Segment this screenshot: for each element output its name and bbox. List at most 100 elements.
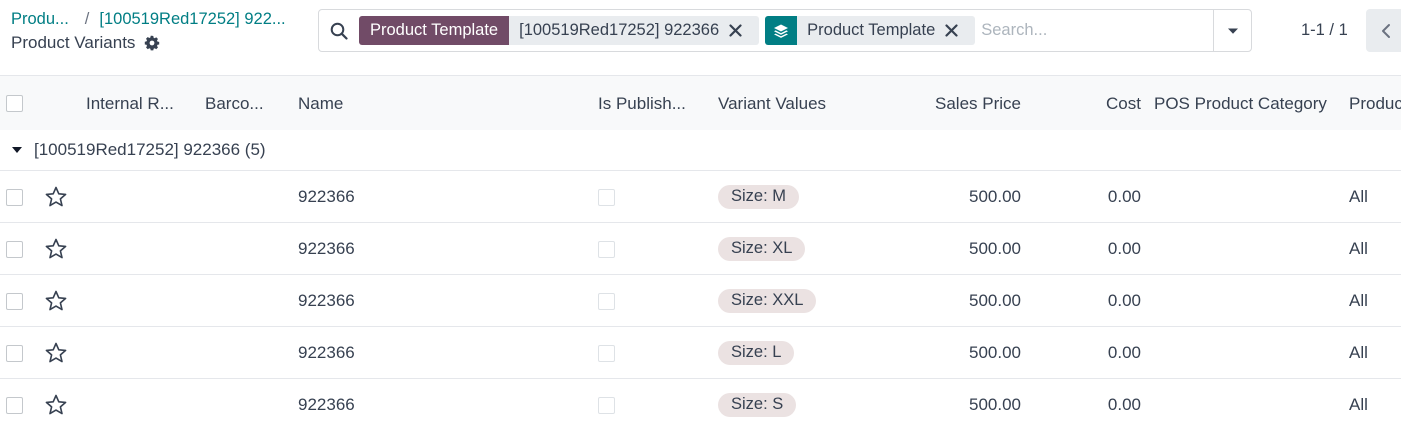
search-bar: Product Template [100519Red17252] 922366… bbox=[318, 9, 1252, 52]
is-published-cell bbox=[598, 379, 615, 429]
table-row[interactable]: 922366 Size: M 500.00 0.00 All bbox=[0, 171, 1401, 223]
row-cost: 0.00 bbox=[1107, 291, 1141, 310]
row-name: 922366 bbox=[298, 395, 355, 414]
column-is-published[interactable]: Is Publish... bbox=[598, 76, 698, 131]
column-variant-values[interactable]: Variant Values bbox=[718, 76, 826, 131]
row-cost: 0.00 bbox=[1107, 239, 1141, 258]
column-name[interactable]: Name bbox=[298, 76, 343, 131]
row-checkbox[interactable] bbox=[6, 240, 23, 258]
row-checkbox[interactable] bbox=[6, 396, 23, 414]
row-sales-price: 500.00 bbox=[969, 343, 1021, 362]
row-product-category: All bbox=[1349, 187, 1368, 206]
breadcrumb-separator: / bbox=[84, 10, 90, 28]
gear-icon[interactable] bbox=[144, 35, 160, 51]
pager-previous-button[interactable] bbox=[1366, 9, 1401, 52]
search-facet-group-by: Product Template bbox=[765, 16, 976, 45]
column-product-category[interactable]: Produc bbox=[1349, 76, 1401, 131]
facet-label: Product Template bbox=[359, 16, 510, 45]
breadcrumb-item-template[interactable]: [100519Red17252] 922... bbox=[99, 10, 285, 29]
variant-value-tag: Size: L bbox=[718, 341, 795, 365]
table-row[interactable]: 922366 Size: XL 500.00 0.00 All bbox=[0, 223, 1401, 275]
page-title-row: Product Variants bbox=[11, 33, 160, 53]
caret-down-icon bbox=[1227, 28, 1238, 34]
is-published-cell bbox=[598, 171, 615, 223]
favorite-cell bbox=[44, 223, 68, 275]
star-icon[interactable] bbox=[44, 341, 68, 365]
row-select-cell bbox=[6, 171, 23, 223]
star-icon[interactable] bbox=[44, 289, 68, 313]
variant-values-cell: Size: XXL bbox=[718, 275, 817, 327]
is-published-cell bbox=[598, 327, 615, 379]
favorite-cell bbox=[44, 171, 68, 223]
row-select-cell bbox=[6, 379, 23, 429]
layers-icon bbox=[765, 16, 798, 45]
is-published-checkbox bbox=[598, 188, 615, 206]
row-product-category: All bbox=[1349, 395, 1368, 414]
is-published-checkbox bbox=[598, 292, 615, 310]
row-product-category: All bbox=[1349, 291, 1368, 310]
search-input[interactable] bbox=[981, 10, 1213, 51]
star-icon[interactable] bbox=[44, 393, 68, 417]
row-sales-price: 500.00 bbox=[969, 239, 1021, 258]
is-published-checkbox bbox=[598, 240, 615, 258]
facet-value: [100519Red17252] 922366 bbox=[509, 16, 730, 45]
group-row[interactable]: [100519Red17252] 922366 (5) bbox=[0, 130, 1401, 171]
search-options-toggle[interactable] bbox=[1213, 10, 1251, 51]
star-icon[interactable] bbox=[44, 185, 68, 209]
favorite-cell bbox=[44, 327, 68, 379]
breadcrumb-item-products[interactable]: Produ... bbox=[11, 10, 69, 29]
breadcrumb: Produ... / [100519Red17252] 922... bbox=[11, 10, 286, 29]
row-product-category: All bbox=[1349, 343, 1368, 362]
row-name: 922366 bbox=[298, 291, 355, 310]
table-header: Internal R... Barco... Name Is Publish..… bbox=[0, 75, 1401, 130]
is-published-checkbox bbox=[598, 396, 615, 414]
row-cost: 0.00 bbox=[1107, 187, 1141, 206]
row-cost: 0.00 bbox=[1107, 395, 1141, 414]
row-product-category: All bbox=[1349, 239, 1368, 258]
search-icon[interactable] bbox=[319, 10, 359, 51]
column-internal-ref[interactable]: Internal R... bbox=[86, 76, 186, 131]
is-published-checkbox bbox=[598, 344, 615, 362]
table-row[interactable]: 922366 Size: L 500.00 0.00 All bbox=[0, 327, 1401, 379]
chevron-left-icon bbox=[1382, 23, 1390, 38]
row-cost: 0.00 bbox=[1107, 343, 1141, 362]
facet-remove-button[interactable] bbox=[945, 16, 976, 45]
row-sales-price: 500.00 bbox=[969, 395, 1021, 414]
page-title: Product Variants bbox=[11, 33, 136, 52]
search-facet-product-template: Product Template [100519Red17252] 922366 bbox=[359, 16, 760, 45]
variant-values-cell: Size: L bbox=[718, 327, 795, 379]
row-checkbox[interactable] bbox=[6, 344, 23, 362]
row-name: 922366 bbox=[298, 343, 355, 362]
row-checkbox[interactable] bbox=[6, 292, 23, 310]
select-all-cell bbox=[6, 76, 23, 131]
pager-value[interactable]: 1-1 / 1 bbox=[1301, 21, 1348, 40]
row-select-cell bbox=[6, 327, 23, 379]
column-cost[interactable]: Cost bbox=[1040, 76, 1141, 131]
list-view: Internal R... Barco... Name Is Publish..… bbox=[0, 75, 1401, 429]
variant-value-tag: Size: XXL bbox=[718, 289, 817, 313]
variant-value-tag: Size: XL bbox=[718, 237, 806, 261]
favorite-cell bbox=[44, 275, 68, 327]
variant-value-tag: Size: M bbox=[718, 185, 800, 209]
row-name: 922366 bbox=[298, 239, 355, 258]
star-icon[interactable] bbox=[44, 237, 68, 261]
caret-down-icon bbox=[12, 147, 22, 153]
row-sales-price: 500.00 bbox=[969, 187, 1021, 206]
row-sales-price: 500.00 bbox=[969, 291, 1021, 310]
group-label: [100519Red17252] 922366 (5) bbox=[34, 140, 266, 159]
row-checkbox[interactable] bbox=[6, 188, 23, 206]
table-row[interactable]: 922366 Size: XXL 500.00 0.00 All bbox=[0, 275, 1401, 327]
select-all-checkbox[interactable] bbox=[6, 95, 23, 112]
is-published-cell bbox=[598, 275, 615, 327]
row-name: 922366 bbox=[298, 187, 355, 206]
facet-remove-button[interactable] bbox=[729, 16, 760, 45]
row-select-cell bbox=[6, 223, 23, 275]
variant-values-cell: Size: S bbox=[718, 379, 797, 429]
column-pos-category[interactable]: POS Product Category bbox=[1154, 76, 1327, 131]
row-select-cell bbox=[6, 275, 23, 327]
column-barcode[interactable]: Barco... bbox=[205, 76, 280, 131]
column-sales-price[interactable]: Sales Price bbox=[900, 76, 1021, 131]
table-row[interactable]: 922366 Size: S 500.00 0.00 All bbox=[0, 379, 1401, 429]
is-published-cell bbox=[598, 223, 615, 275]
favorite-cell bbox=[44, 379, 68, 429]
